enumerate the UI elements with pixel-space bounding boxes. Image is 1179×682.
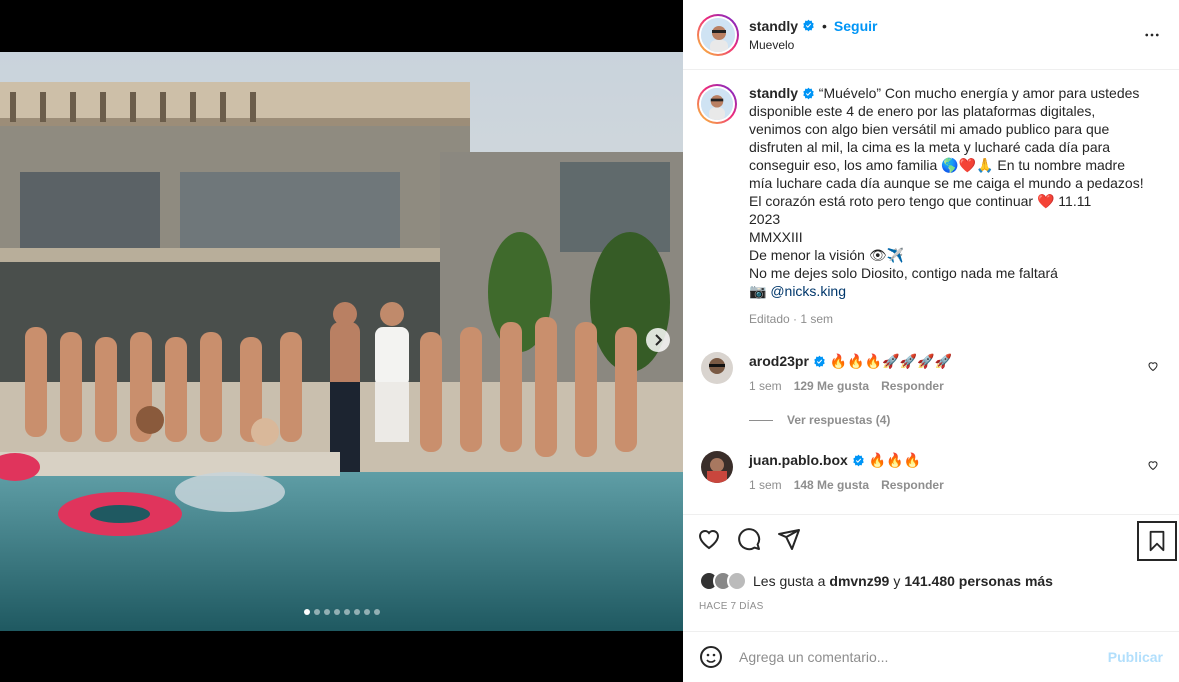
more-options-icon[interactable] [1143,26,1161,44]
comment-likes[interactable]: 148 Me gusta [794,478,869,492]
reply-button[interactable]: Responder [881,379,944,393]
post-side-panel: standly • Seguir Muevelo standly “Muével… [683,0,1179,682]
view-replies-label: Ver respuestas (4) [787,413,891,427]
like-comment-heart-icon[interactable] [1147,360,1159,372]
carousel-dot [373,609,380,615]
media-panel [0,0,683,682]
comments-section[interactable]: standly “Muévelo” Con mucho energía y am… [683,70,1179,514]
chevron-right-icon [655,334,663,346]
comment-likes[interactable]: 129 Me gusta [794,379,869,393]
avatar-image [701,451,733,483]
author-username[interactable]: standly [749,18,798,34]
comment-item: juan.pablo.box 🔥🔥🔥 1 sem 148 Me gusta Re… [697,451,1163,492]
post-caption: standly “Muévelo” Con mucho energía y am… [697,84,1163,328]
commenter-avatar[interactable] [701,451,733,483]
audio-label[interactable]: Muevelo [749,38,1165,52]
verified-badge-icon [803,19,814,32]
likes-mid: y [893,573,901,589]
replies-divider [749,419,773,421]
comment-item: arod23pr 🔥🔥🔥🚀🚀🚀🚀 1 sem 129 Me gusta Resp… [697,352,1163,393]
carousel-dot [303,609,310,615]
likes-summary[interactable]: Les gusta a dmvnz99 y 141.480 personas m… [699,571,1057,591]
bookmark-icon [1149,530,1165,552]
add-comment-bar: Publicar [683,631,1179,682]
verified-badge-icon [803,87,814,100]
caption-username[interactable]: standly [749,85,798,101]
carousel-dot [323,609,330,615]
emoji-icon[interactable] [699,645,723,669]
post-actions: Les gusta a dmvnz99 y 141.480 personas m… [683,514,1179,631]
caption-edited-time: Editado · 1 sem [749,312,834,326]
comment-bubble-icon[interactable] [737,527,761,551]
save-bookmark-button[interactable] [1137,521,1177,561]
post-photo[interactable] [0,52,683,631]
comment-text: 🔥🔥🔥 [868,452,922,468]
carousel-dot [343,609,350,615]
instagram-post-page: standly • Seguir Muevelo standly “Muével… [0,0,1179,682]
comment-username[interactable]: juan.pablo.box [749,451,848,469]
post-header: standly • Seguir Muevelo [683,0,1179,70]
avatar [727,571,747,591]
liker-avatars [699,571,747,591]
caption-text: “Muévelo” Con mucho energía y amor para … [749,85,1144,299]
carousel-dot [363,609,370,615]
reply-button[interactable]: Responder [881,478,944,492]
like-heart-icon[interactable] [697,527,721,551]
comment-text: 🔥🔥🔥🚀🚀🚀🚀 [829,353,952,369]
like-comment-heart-icon[interactable] [1147,459,1159,471]
likes-count[interactable]: 141.480 personas más [904,573,1053,589]
likes-user[interactable]: dmvnz99 [829,573,889,589]
carousel-dot [353,609,360,615]
publish-button[interactable]: Publicar [1108,649,1163,665]
avatar-image [701,352,733,384]
caption-avatar[interactable] [697,84,737,124]
follow-button[interactable]: Seguir [834,18,878,34]
avatar-image [701,17,735,52]
header-separator: • [822,17,827,34]
carousel-next-button[interactable] [646,328,670,352]
post-timestamp[interactable]: HACE 7 DÍAS [699,601,763,612]
share-paper-plane-icon[interactable] [777,527,801,551]
comment-username[interactable]: arod23pr [749,352,809,370]
avatar-image [701,88,733,120]
post-photo-illustration [0,52,683,631]
likes-prefix: Les gusta a [753,573,826,589]
verified-badge-icon [853,454,864,466]
carousel-dot [313,609,320,615]
author-avatar[interactable] [697,13,739,56]
view-replies-button[interactable]: Ver respuestas (4) [749,413,1163,427]
caption-mention[interactable]: @nicks.king [770,283,846,299]
comment-time[interactable]: 1 sem [749,379,782,393]
carousel-dot [333,609,340,615]
comment-input[interactable] [739,649,1108,665]
commenter-avatar[interactable] [701,352,733,384]
verified-badge-icon [814,355,825,367]
comment-time[interactable]: 1 sem [749,478,782,492]
carousel-indicator [0,609,683,615]
